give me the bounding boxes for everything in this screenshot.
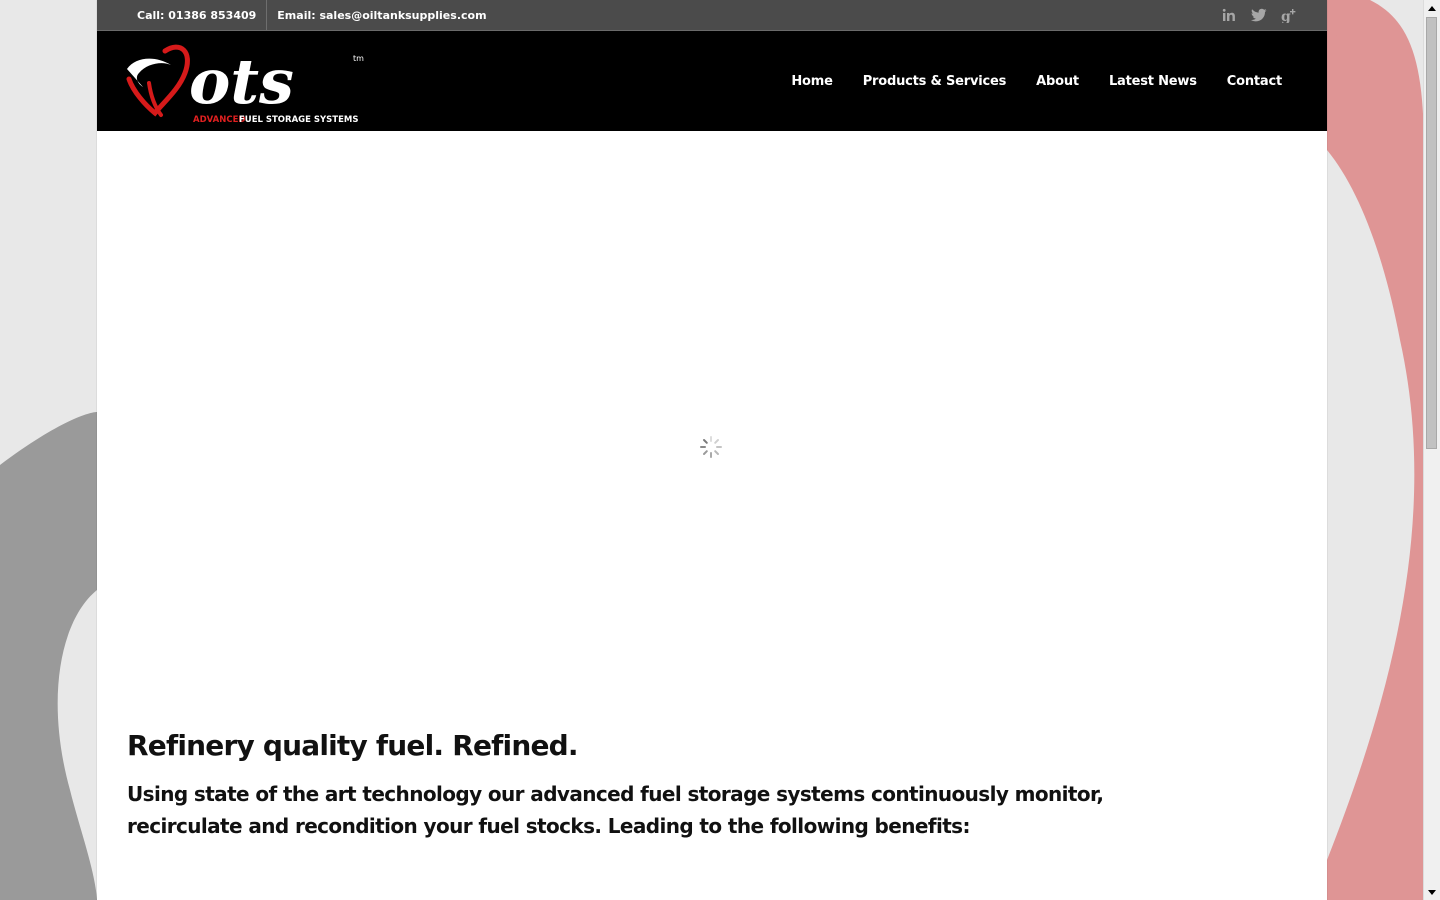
nav-products-services[interactable]: Products & Services bbox=[863, 74, 1007, 89]
nav-latest-news[interactable]: Latest News bbox=[1109, 74, 1197, 89]
logo-wordmark: ots bbox=[189, 45, 294, 118]
loading-spinner-icon bbox=[700, 436, 722, 458]
nav-about[interactable]: About bbox=[1036, 74, 1079, 89]
ots-logo[interactable]: ots tm ADVANCED FUEL STORAGE SYSTEMS bbox=[125, 43, 370, 125]
logo-tagline: FUEL STORAGE SYSTEMS bbox=[239, 115, 359, 123]
linkedin-icon[interactable] bbox=[1221, 7, 1237, 23]
email-link[interactable]: Email: sales@oiltanksupplies.com bbox=[267, 0, 496, 30]
main-navigation: Home Products & Services About Latest Ne… bbox=[791, 31, 1282, 131]
scroll-down-arrow-icon[interactable] bbox=[1424, 884, 1440, 900]
intro-content: Refinery quality fuel. Refined. Using st… bbox=[97, 728, 1327, 842]
page-container: Call: 01386 853409 Email: sales@oiltanks… bbox=[97, 0, 1327, 900]
logo-trademark: tm bbox=[353, 54, 364, 63]
google-plus-icon[interactable]: g bbox=[1281, 7, 1297, 23]
top-bar: Call: 01386 853409 Email: sales@oiltanks… bbox=[97, 0, 1327, 31]
page-scrollbar[interactable] bbox=[1423, 0, 1440, 900]
nav-home[interactable]: Home bbox=[791, 74, 833, 89]
intro-paragraph: Using state of the art technology our ad… bbox=[127, 782, 1104, 838]
nav-contact[interactable]: Contact bbox=[1227, 74, 1282, 89]
site-header: ots tm ADVANCED FUEL STORAGE SYSTEMS Hom… bbox=[97, 31, 1327, 131]
logo-tagline-accent: ADVANCED bbox=[193, 115, 245, 123]
logo-mark: ots tm ADVANCED FUEL STORAGE SYSTEMS bbox=[126, 44, 364, 125]
hero-slider bbox=[97, 131, 1327, 728]
phone-link[interactable]: Call: 01386 853409 bbox=[127, 0, 268, 30]
scroll-up-arrow-icon[interactable] bbox=[1424, 0, 1440, 16]
twitter-icon[interactable] bbox=[1251, 7, 1267, 23]
intro-heading: Refinery quality fuel. Refined. bbox=[127, 729, 579, 762]
social-links: g bbox=[1221, 0, 1297, 30]
svg-text:g: g bbox=[1281, 9, 1291, 23]
scrollbar-thumb[interactable] bbox=[1426, 17, 1437, 449]
contact-info: Call: 01386 853409 Email: sales@oiltanks… bbox=[127, 0, 497, 30]
